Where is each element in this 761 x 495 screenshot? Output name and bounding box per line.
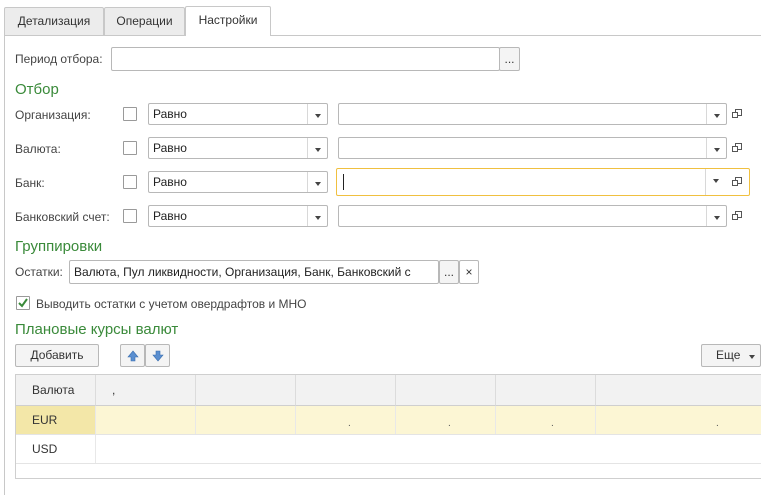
filter-label-organization: Организация: — [15, 108, 91, 122]
chevron-down-icon[interactable] — [706, 138, 726, 158]
currency-cell[interactable]: USD — [16, 435, 96, 463]
column-header[interactable]: , — [96, 375, 196, 406]
cell-value: . — [348, 418, 351, 429]
open-icon[interactable] — [729, 137, 749, 159]
period-label: Период отбора: — [15, 52, 103, 66]
open-icon[interactable] — [729, 205, 749, 227]
filter-label-bank-account: Банковский счет: — [15, 210, 110, 224]
condition-value: Равно — [153, 209, 187, 223]
filter-value-bank[interactable] — [336, 168, 750, 196]
arrow-down-icon — [151, 350, 164, 362]
rate-cell[interactable]: . — [596, 406, 761, 434]
column-header[interactable] — [296, 375, 396, 406]
add-button[interactable]: Добавить — [15, 344, 99, 367]
rate-cell[interactable]: . — [496, 406, 596, 434]
rates-table[interactable]: Валюта , EUR . . . . USD — [15, 374, 761, 479]
tab-details[interactable]: Детализация — [4, 7, 104, 35]
cell-value: . — [551, 418, 554, 429]
filter-use-bank-checkbox[interactable] — [123, 175, 137, 189]
chevron-down-icon — [749, 355, 755, 359]
chevron-down-icon[interactable] — [706, 206, 726, 226]
overdraft-checkbox[interactable] — [16, 296, 30, 310]
table-row[interactable]: EUR . . . . — [16, 406, 761, 435]
chevron-down-icon[interactable] — [307, 206, 327, 226]
chevron-down-icon[interactable] — [307, 138, 327, 158]
column-header-currency[interactable]: Валюта — [16, 375, 96, 406]
rate-cell[interactable] — [96, 435, 761, 463]
filter-condition-currency[interactable]: Равно — [148, 137, 328, 159]
column-header[interactable] — [396, 375, 496, 406]
filter-label-bank: Банк: — [15, 176, 45, 190]
rates-title: Плановые курсы валют — [15, 321, 179, 338]
more-label: Еще — [716, 348, 741, 362]
filter-value-bank-account[interactable] — [338, 205, 727, 227]
filter-use-currency-checkbox[interactable] — [123, 141, 137, 155]
chevron-down-icon[interactable] — [706, 104, 726, 124]
chevron-down-icon[interactable] — [705, 169, 725, 195]
filter-condition-bank[interactable]: Равно — [148, 171, 328, 193]
filter-condition-organization[interactable]: Равно — [148, 103, 328, 125]
column-header[interactable] — [596, 375, 761, 406]
chevron-down-icon[interactable] — [307, 104, 327, 124]
more-button[interactable]: Еще — [701, 344, 761, 367]
column-header[interactable] — [196, 375, 296, 406]
rate-cell[interactable] — [196, 406, 296, 434]
grouping-select-button[interactable]: ... — [439, 260, 459, 284]
overdraft-label: Выводить остатки с учетом овердрафтов и … — [36, 297, 307, 311]
period-input[interactable] — [111, 47, 500, 71]
condition-value: Равно — [153, 141, 187, 155]
filter-use-organization-checkbox[interactable] — [123, 107, 137, 121]
cell-value: . — [716, 418, 719, 429]
tab-operations[interactable]: Операции — [104, 7, 185, 35]
table-row[interactable]: USD — [16, 435, 761, 464]
filter-title: Отбор — [15, 81, 59, 98]
rate-cell[interactable]: . — [296, 406, 396, 434]
filter-label-currency: Валюта: — [15, 142, 61, 156]
move-up-button[interactable] — [120, 344, 145, 367]
currency-cell[interactable]: EUR — [16, 406, 96, 434]
grouping-value: Валюта, Пул ликвидности, Организация, Ба… — [74, 265, 411, 279]
chevron-down-icon[interactable] — [307, 172, 327, 192]
arrow-up-icon — [126, 350, 139, 362]
rate-cell[interactable] — [96, 406, 196, 434]
filter-use-bank-account-checkbox[interactable] — [123, 209, 137, 223]
period-select-button[interactable]: ... — [499, 47, 520, 71]
move-down-button[interactable] — [145, 344, 170, 367]
filter-value-currency[interactable] — [338, 137, 727, 159]
rate-cell[interactable]: . — [396, 406, 496, 434]
condition-value: Равно — [153, 175, 187, 189]
tab-settings[interactable]: Настройки — [185, 6, 271, 36]
grouping-clear-button[interactable]: × — [459, 260, 479, 284]
column-header[interactable] — [496, 375, 596, 406]
cell-value: . — [448, 418, 451, 429]
condition-value: Равно — [153, 107, 187, 121]
grouping-label: Остатки: — [15, 265, 63, 279]
text-cursor — [343, 174, 344, 190]
open-icon[interactable] — [729, 171, 749, 193]
filter-condition-bank-account[interactable]: Равно — [148, 205, 328, 227]
tab-bar: Детализация Операции Настройки — [0, 0, 761, 36]
grouping-input[interactable]: Валюта, Пул ликвидности, Организация, Ба… — [69, 260, 439, 284]
check-icon — [18, 298, 28, 308]
open-icon[interactable] — [729, 103, 749, 125]
filter-value-organization[interactable] — [338, 103, 727, 125]
grouping-title: Группировки — [15, 238, 103, 255]
